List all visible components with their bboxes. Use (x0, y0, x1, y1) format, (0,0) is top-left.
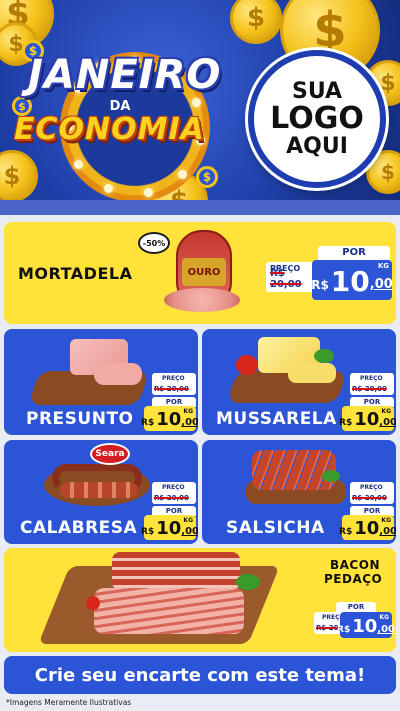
price-tag: POR PREÇO R$ 20,00 R$ 10 ,00 KG (262, 246, 393, 318)
old-price-label: PREÇO (360, 484, 383, 491)
product-name: PRESUNTO (26, 409, 134, 429)
calabresa-slices (60, 482, 138, 498)
old-price-box: PREÇO R$ 20,00 (152, 482, 196, 504)
discount-badge: -50% (138, 232, 170, 254)
product-card-presunto[interactable]: PRESUNTO PREÇO R$ 20,00 POR R$ 10 ,00 KG (4, 329, 198, 435)
herb-icon (322, 470, 340, 482)
old-price-box: PREÇO R$ 20,00 (350, 373, 394, 395)
currency-symbol: R$ (339, 527, 353, 537)
header-banner: $ $ $ $ $ $ $ $ $ $ $ JANEIRO DA ECONOMI… (0, 0, 400, 215)
currency-symbol: R$ (311, 278, 329, 292)
price-integer: 10 (156, 409, 182, 430)
bacon-image (112, 552, 240, 590)
unit-label: KG (183, 517, 193, 524)
herb-icon (314, 349, 334, 363)
price-integer: 10 (330, 265, 370, 298)
unit-label: KG (381, 408, 391, 415)
price-decimal: ,00 (181, 526, 198, 537)
price-integer: 10 (354, 409, 380, 430)
product-name-line2: PEDAÇO (324, 572, 383, 586)
title-janeiro: JANEIRO (28, 52, 222, 98)
currency-symbol: R$ (141, 418, 155, 428)
product-name: MORTADELA (18, 264, 133, 283)
mussarela-slices (288, 363, 336, 383)
new-price-box: R$ 10 ,00 KG (339, 515, 396, 540)
cta-banner[interactable]: Crie seu encarte com este tema! (4, 656, 396, 694)
price-decimal: ,00 (379, 417, 396, 428)
price-decimal: ,00 (377, 624, 395, 635)
title-economia: ECONOMIA (14, 112, 205, 147)
old-price-label: PREÇO (162, 484, 185, 491)
currency-symbol: R$ (337, 625, 351, 635)
old-price-box: PREÇO R$ 20,00 (152, 373, 196, 395)
price-tag: PREÇO R$ 20,00 POR R$ 10 ,00 KG (141, 373, 198, 431)
currency-symbol: R$ (141, 527, 155, 537)
logo-text-line1: SUA (291, 79, 343, 105)
tomato-icon (236, 355, 258, 375)
mortadela-slices (164, 288, 240, 312)
price-tag: PREÇO R$ 20,00 POR R$ 10 ,00 KG (339, 482, 396, 540)
coin-icon: $ (196, 166, 218, 188)
product-card-mussarela[interactable]: MUSSARELA PREÇO R$ 20,00 POR R$ 10 ,00 K… (202, 329, 396, 435)
new-price-box: R$ 10 ,00 KG (337, 612, 395, 638)
presunto-slices (94, 363, 142, 385)
product-name: CALABRESA (20, 518, 138, 538)
old-price-label: PREÇO (360, 375, 383, 382)
unit-label: KG (183, 408, 193, 415)
logo-text-line2: LOGO (270, 101, 364, 137)
new-price-box: R$ 10 ,00 KG (141, 515, 198, 540)
price-integer: 10 (352, 616, 378, 637)
price-decimal: ,00 (379, 526, 396, 537)
mortadela-label: OURO (182, 258, 226, 286)
unit-label: KG (381, 517, 391, 524)
old-price-value: R$ 20,00 (154, 385, 189, 393)
por-label: POR (336, 602, 376, 612)
header-divider (0, 200, 400, 215)
herb-icon (236, 574, 260, 590)
disclaimer: *Imagens Meramente Ilustrativas (6, 698, 132, 707)
unit-label: KG (379, 614, 389, 621)
currency-symbol: R$ (339, 418, 353, 428)
price-integer: 10 (354, 518, 380, 539)
price-tag: PREÇO R$ 20,00 POR R$ 10 ,00 KG (339, 373, 396, 431)
product-card-salsicha[interactable]: SALSICHA PREÇO R$ 20,00 POR R$ 10 ,00 KG (202, 440, 396, 544)
new-price-box: R$ 10 ,00 KG (311, 260, 393, 300)
brand-label: OURO (187, 266, 221, 278)
product-card-mortadela[interactable]: MORTADELA OURO POR PREÇO R$ 20,00 R$ 10 … (4, 222, 396, 324)
old-price-value: R$ 20,00 (352, 494, 387, 502)
price-tag: POR PREÇO R$ 20,00 R$ 10 ,00 KG (314, 602, 395, 648)
price-decimal: ,00 (369, 277, 393, 292)
unit-label: KG (377, 262, 389, 270)
por-label: POR (318, 246, 390, 260)
old-price-box: PREÇO R$ 20,00 (350, 482, 394, 504)
old-price-box: PREÇO R$ 20,00 (266, 262, 318, 292)
old-price-value: R$ 20,00 (352, 385, 387, 393)
new-price-box: R$ 10 ,00 KG (339, 406, 396, 431)
product-name: MUSSARELA (216, 409, 337, 429)
coin-icon: $ (0, 150, 38, 202)
product-name: SALSICHA (226, 518, 325, 538)
price-integer: 10 (156, 518, 182, 539)
old-price-label: PREÇO (162, 375, 185, 382)
old-price-value: R$ 20,00 (154, 494, 189, 502)
logo-text-line3: AQUI (286, 133, 348, 159)
bacon-slices (94, 588, 244, 634)
price-tag: PREÇO R$ 20,00 POR R$ 10 ,00 KG (141, 482, 198, 540)
new-price-box: R$ 10 ,00 KG (141, 406, 198, 431)
coin-icon: $ (230, 0, 282, 44)
price-decimal: ,00 (181, 417, 198, 428)
product-card-bacon[interactable]: BACON PEDAÇO POR PREÇO R$ 20,00 R$ 10 ,0… (4, 548, 396, 652)
brand-logo: Seara (90, 443, 130, 465)
salsicha-image (252, 450, 336, 490)
tomato-icon (86, 596, 100, 610)
product-name-line1: BACON (330, 558, 380, 572)
logo-placeholder[interactable]: SUA LOGO AQUI (248, 50, 386, 188)
